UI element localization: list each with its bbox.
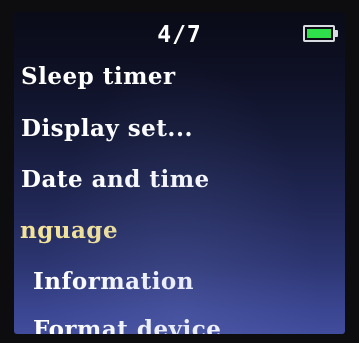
battery-body (303, 25, 335, 42)
battery-tip (335, 30, 338, 37)
menu-item-sleep-timer[interactable]: Sleep timer (21, 63, 176, 90)
menu-item-information[interactable]: Information (33, 268, 194, 295)
battery-level-fill (307, 29, 331, 38)
menu-item-language[interactable]: nguage (20, 217, 118, 244)
device-bezel: 4/7 Sleep timer Display set... Date and … (0, 0, 359, 343)
menu-item-display-settings[interactable]: Display set... (21, 115, 193, 142)
menu-item-date-and-time[interactable]: Date and time (21, 166, 210, 193)
page-indicator: 4/7 (157, 22, 202, 48)
device-screen: 4/7 Sleep timer Display set... Date and … (14, 12, 345, 334)
battery-icon (303, 25, 338, 42)
menu-item-format-device[interactable]: Format device (33, 316, 221, 334)
